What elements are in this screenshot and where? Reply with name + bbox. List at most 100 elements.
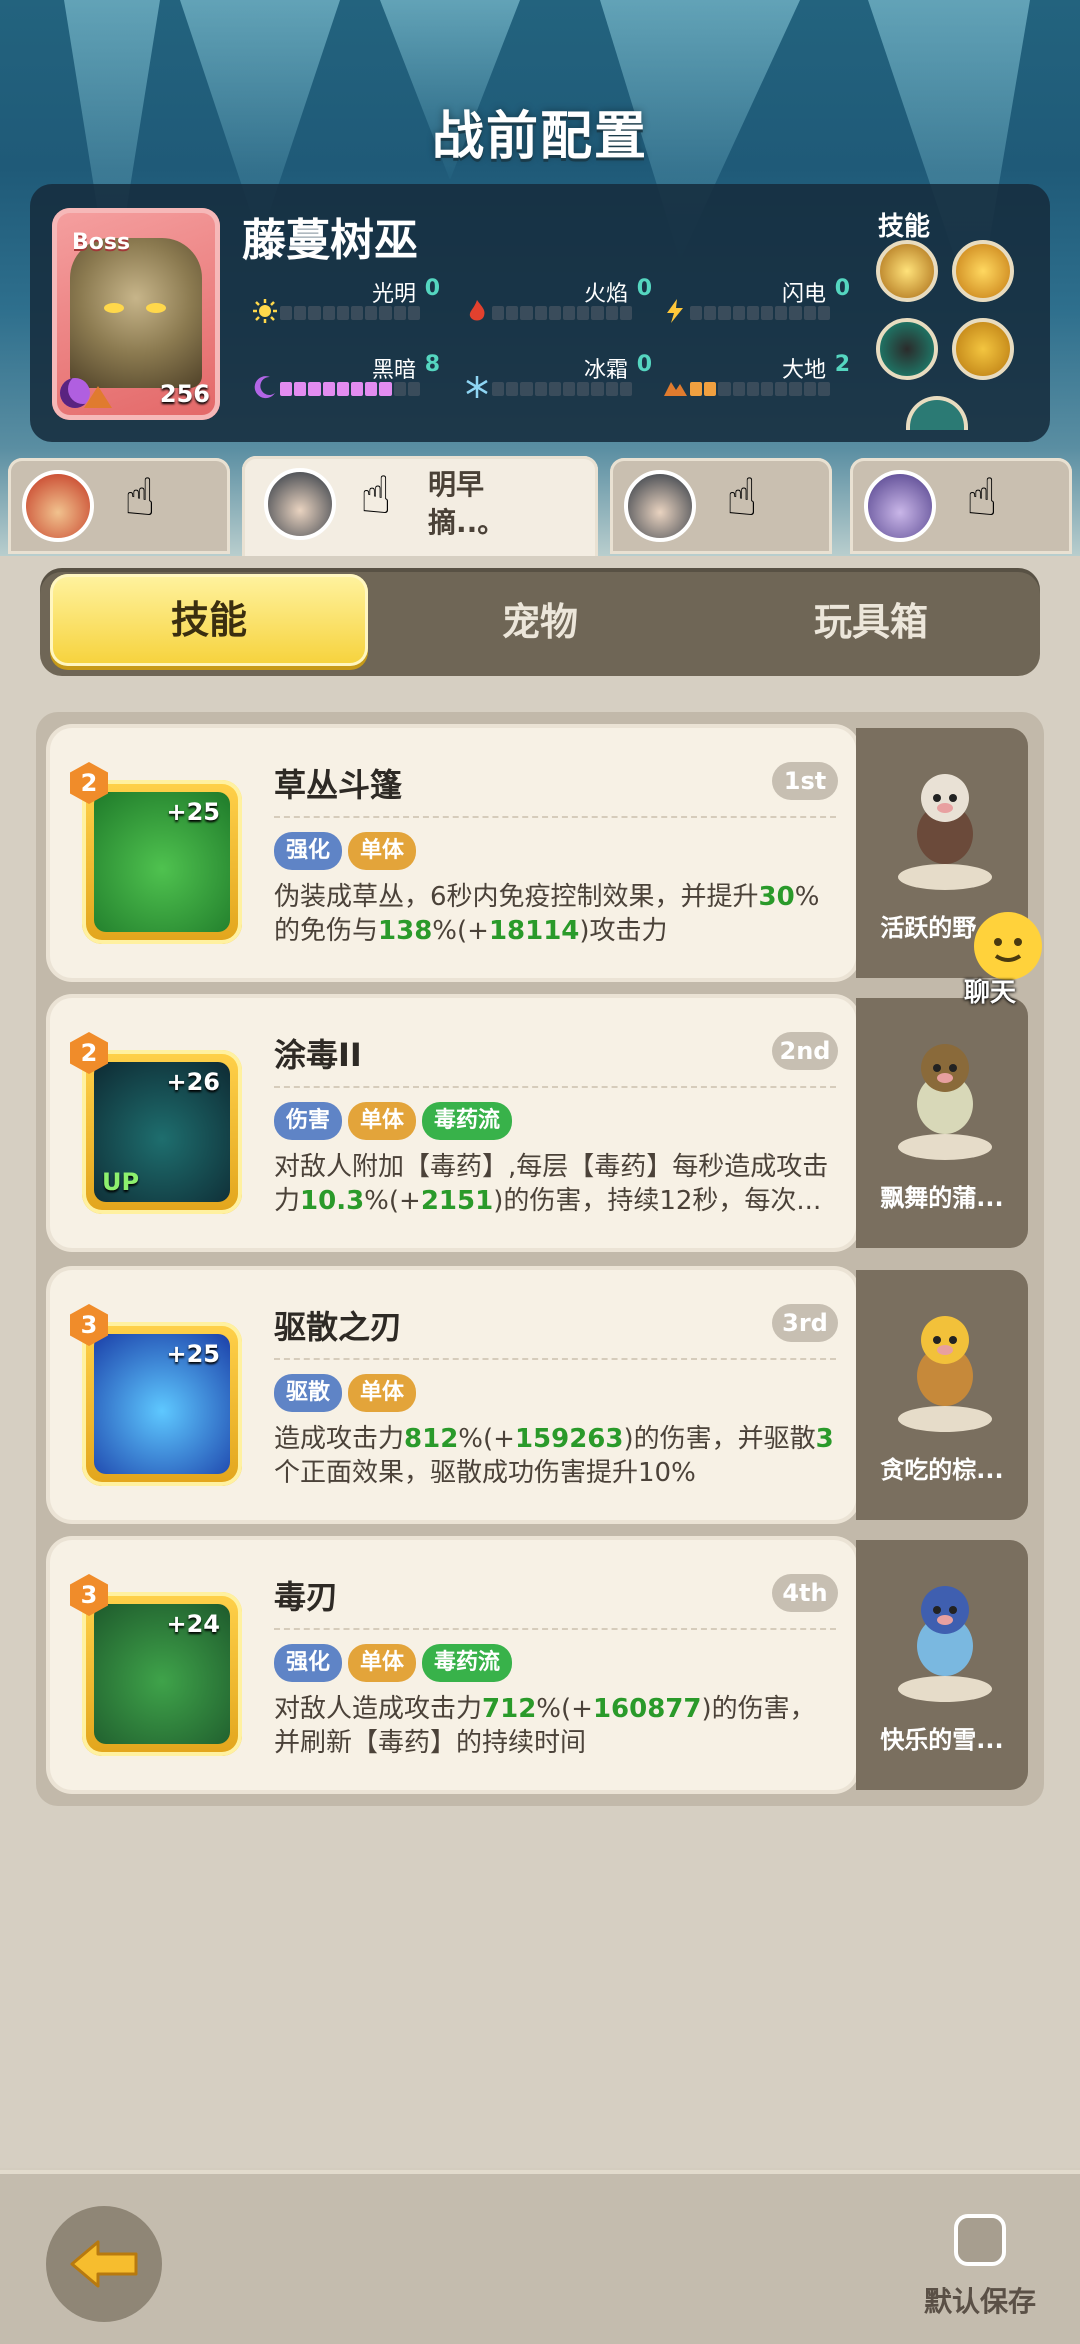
skill-icon-frame[interactable]: +25	[82, 1322, 242, 1486]
tab-toybox[interactable]: 玩具箱	[712, 568, 1030, 676]
stat-label: 黑暗	[371, 358, 416, 383]
stat-bar-segment	[308, 382, 321, 396]
skill-tag: 毒药流	[422, 1102, 513, 1140]
character-tab-4[interactable]: ☝	[850, 458, 1072, 554]
character-tab-1[interactable]: ☝	[8, 458, 230, 554]
stat-bar	[280, 306, 421, 320]
tab-pets[interactable]: 宠物	[380, 568, 700, 676]
skill-card[interactable]: +26 UP 2 涂毒II 2nd 伤害 单体 毒药流 对敌人附加【毒药】,每层【毒…	[50, 998, 856, 1248]
skill-name: 涂毒II	[274, 1036, 362, 1074]
boss-eye-icon	[146, 303, 166, 313]
stat-label: 火焰	[583, 282, 628, 307]
stat-bar-segment	[280, 306, 293, 320]
skill-level-bonus: +25	[166, 1340, 220, 1368]
stat-bar-segment	[817, 306, 831, 320]
boss-skill-icon[interactable]	[952, 318, 1014, 380]
boss-skill-icon[interactable]	[876, 240, 938, 302]
stat-value: 0	[424, 276, 440, 301]
boss-portrait[interactable]: Boss 256	[52, 208, 220, 420]
stat-bar-segment	[605, 306, 618, 320]
stat-label: 大地	[781, 358, 826, 383]
stat-bar-segment	[746, 382, 760, 396]
back-button[interactable]	[46, 2206, 162, 2322]
stat-bar-segment	[365, 382, 378, 396]
skill-icon-frame[interactable]: +25	[82, 780, 242, 944]
character-avatar	[22, 470, 94, 542]
stat-value: 0	[636, 352, 652, 377]
stat-bar-segment	[294, 382, 307, 396]
skill-description: 对敌人造成攻击力712%(+160877)的伤害，并刷新【毒药】的持续时间	[274, 1692, 834, 1760]
pet-slot[interactable]: 飘舞的蒲...	[856, 998, 1028, 1248]
default-save-checkbox[interactable]	[954, 2214, 1006, 2266]
stat-bar-segment	[407, 306, 421, 320]
character-tab-3[interactable]: ☝	[610, 458, 832, 554]
stat-bar-segment	[322, 382, 335, 396]
skill-up-badge: UP	[102, 1168, 140, 1196]
stat-bar-segment	[591, 382, 604, 396]
skill-level-bonus: +26	[166, 1068, 220, 1096]
stat-fire: 火焰 0	[464, 276, 664, 346]
pet-name: 贪吃的棕...	[880, 1456, 1004, 1484]
default-save-label: 默认保存	[923, 2285, 1036, 2318]
stat-bar-segment	[534, 382, 547, 396]
stat-dark: 黑暗 8	[252, 352, 452, 422]
stat-lightning: 闪电 0	[662, 276, 862, 346]
stat-bar-segment	[492, 306, 505, 320]
fire-icon	[469, 300, 485, 321]
stat-bar-segment	[704, 306, 717, 320]
pet-figure-icon	[917, 774, 973, 864]
skill-icon-frame[interactable]: +26 UP	[82, 1050, 242, 1214]
tab-skills[interactable]: 技能	[50, 574, 368, 666]
stat-bar-segment	[619, 306, 633, 320]
default-save-toggle[interactable]: 默认保存	[910, 2214, 1050, 2324]
tap-hand-icon: ☝	[360, 466, 392, 526]
boss-skill-icon[interactable]	[906, 396, 968, 430]
description-text: 造成攻击力	[274, 1424, 405, 1454]
stat-bar	[280, 382, 421, 396]
stat-bar	[492, 382, 633, 396]
stat-bar-segment	[534, 306, 547, 320]
dark-icon	[254, 376, 275, 399]
stat-bar-segment	[520, 306, 533, 320]
pet-name: 快乐的雪...	[880, 1726, 1004, 1754]
stat-bar-segment	[365, 306, 378, 320]
boss-skill-icon[interactable]	[952, 240, 1014, 302]
skill-order-badge: 3rd	[772, 1304, 838, 1342]
skill-card[interactable]: +25 3 驱散之刃 3rd 驱散 单体 造成攻击力812%(+159263)的伤…	[50, 1270, 856, 1520]
skill-description: 造成攻击力812%(+159263)的伤害，并驱散3 个正面效果，驱散成功伤害提升…	[274, 1422, 834, 1490]
divider	[274, 1628, 836, 1630]
pet-slot[interactable]: 快乐的雪...	[856, 1540, 1028, 1790]
boss-name: 藤蔓树巫	[242, 215, 418, 266]
chat-button[interactable]: 聊天	[946, 908, 1066, 1018]
boss-tag: Boss	[72, 230, 131, 255]
description-text: )攻击力	[579, 916, 668, 946]
stat-bar-segment	[732, 306, 745, 320]
boss-skills-label: 技能	[877, 212, 930, 242]
skill-icon-frame[interactable]: +24	[82, 1592, 242, 1756]
stat-bar-segment	[803, 306, 816, 320]
boss-skill-icon[interactable]	[876, 318, 938, 380]
skill-card[interactable]: +25 2 草丛斗篷 1st 强化 单体 伪装成草丛，6秒内免疫控制效果，并提升3…	[50, 728, 856, 978]
divider	[274, 1086, 836, 1088]
skill-tag: 驱散	[274, 1374, 343, 1412]
stat-label: 光明	[371, 282, 416, 307]
pet-name: 飘舞的蒲...	[880, 1184, 1004, 1212]
tap-hand-icon: ☝	[966, 468, 998, 528]
skill-card[interactable]: +24 3 毒刃 4th 强化 单体 毒药流 对敌人造成攻击力712%(+16087…	[50, 1540, 856, 1790]
character-tab-2[interactable]: ☝ 明早摘..。	[242, 456, 598, 560]
light-icon	[253, 299, 277, 323]
stat-bar-segment	[605, 382, 618, 396]
skill-order-badge: 4th	[772, 1574, 838, 1612]
skill-tags: 伤害 单体 毒药流	[274, 1102, 513, 1140]
pet-slot[interactable]: 贪吃的棕...	[856, 1270, 1028, 1520]
stat-frost: 冰霜 0	[464, 352, 664, 422]
divider	[274, 1358, 836, 1360]
description-text: %(+	[364, 1186, 421, 1216]
stat-label: 冰霜	[583, 358, 628, 383]
stat-bar-segment	[690, 382, 703, 396]
stat-bar-segment	[619, 382, 633, 396]
tab-bar: 技能 宠物 玩具箱	[40, 568, 1040, 676]
description-value: 2151	[420, 1186, 494, 1216]
skill-description: 对敌人附加【毒药】,每层【毒药】每秒造成攻击力10.3%(+2151)的伤害，持…	[274, 1150, 834, 1218]
stat-bar-segment	[308, 306, 321, 320]
